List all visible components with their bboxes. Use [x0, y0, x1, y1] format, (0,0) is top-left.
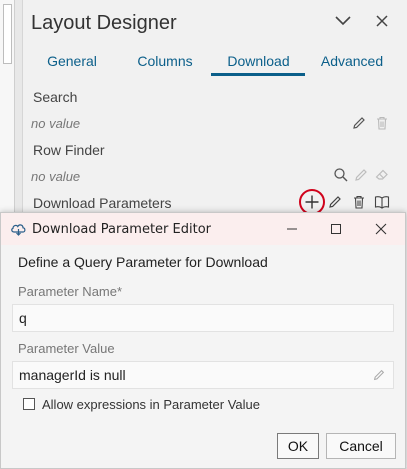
- pencil-icon[interactable]: [326, 193, 344, 211]
- dialog-heading: Define a Query Parameter for Download: [18, 254, 268, 270]
- parameter-name-input[interactable]: [19, 310, 359, 326]
- search-icon[interactable]: [332, 166, 350, 184]
- search-label: Search: [33, 89, 78, 105]
- parameter-name-field[interactable]: [12, 304, 394, 332]
- add-icon[interactable]: [303, 193, 321, 211]
- parameter-name-label: Parameter Name*: [18, 284, 123, 299]
- allow-expressions-option[interactable]: Allow expressions in Parameter Value: [23, 395, 260, 413]
- panel-title: Layout Designer: [31, 12, 177, 34]
- trash-icon[interactable]: [350, 193, 368, 211]
- pencil-icon[interactable]: [350, 114, 368, 132]
- tab-general[interactable]: General: [47, 53, 97, 69]
- pencil-icon: [352, 166, 370, 184]
- app-icon: [10, 221, 27, 242]
- maximize-icon[interactable]: [324, 219, 348, 239]
- tab-advanced[interactable]: Advanced: [319, 53, 385, 69]
- eraser-icon: [373, 166, 391, 184]
- search-value: no value: [31, 116, 81, 131]
- tab-columns[interactable]: Columns: [133, 53, 197, 69]
- trash-icon: [373, 114, 391, 132]
- parameter-value-field[interactable]: [12, 361, 394, 389]
- close-icon[interactable]: [369, 219, 393, 239]
- ok-button[interactable]: OK: [277, 433, 319, 459]
- allow-expressions-checkbox[interactable]: [23, 398, 35, 410]
- download-parameter-editor-dialog: Download Parameter Editor Define a Query…: [0, 212, 406, 469]
- dialog-titlebar[interactable]: Download Parameter Editor: [1, 213, 405, 245]
- chevron-down-icon[interactable]: [330, 8, 356, 34]
- parameter-value-label: Parameter Value: [18, 341, 115, 356]
- row-finder-value: no value: [31, 169, 81, 184]
- tab-download[interactable]: Download: [222, 53, 295, 69]
- download-parameters-label: Download Parameters: [33, 195, 172, 211]
- parameter-value-input[interactable]: [19, 367, 359, 383]
- minimize-icon[interactable]: [280, 219, 304, 239]
- dialog-title: Download Parameter Editor: [32, 222, 211, 237]
- cancel-button[interactable]: Cancel: [326, 433, 396, 459]
- row-finder-label: Row Finder: [33, 142, 105, 158]
- pencil-icon[interactable]: [372, 368, 386, 387]
- scrollbar[interactable]: [3, 4, 12, 64]
- tab-bar: General Columns Download Advanced: [23, 46, 407, 76]
- active-tab-indicator: [211, 73, 305, 76]
- allow-expressions-label: Allow expressions in Parameter Value: [42, 396, 260, 412]
- book-icon[interactable]: [373, 193, 391, 211]
- close-icon[interactable]: [369, 8, 395, 34]
